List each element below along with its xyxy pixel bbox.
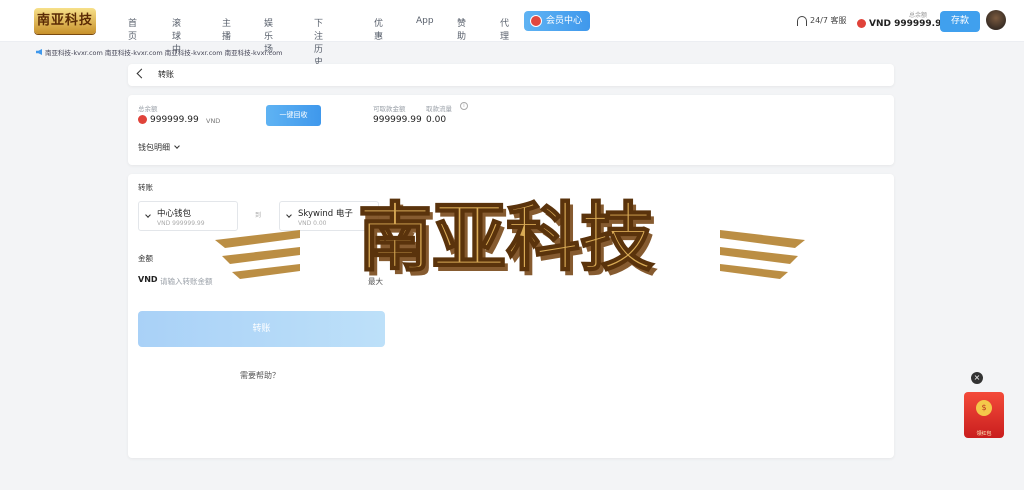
nav-promotions[interactable]: 优惠 [374, 16, 383, 42]
logo[interactable]: 南亚科技 [34, 8, 96, 34]
coin-icon [138, 115, 147, 124]
nav-sponsor[interactable]: 赞助 [457, 16, 466, 42]
nav-app[interactable]: App [416, 16, 434, 26]
nav-home[interactable]: 首页 [128, 16, 137, 42]
wallet-details-toggle[interactable]: 钱包明细 [138, 142, 180, 153]
close-icon[interactable]: × [971, 372, 983, 384]
wallet-details-label: 钱包明细 [138, 143, 170, 152]
nav-agent[interactable]: 代理 [500, 16, 509, 42]
page-title: 转账 [158, 70, 174, 79]
support-label: 24/7 客服 [810, 16, 847, 25]
currency-unit: VND [206, 117, 221, 125]
amount-label: 金额 [138, 254, 153, 263]
withdraw-flow-label: 取款流量 [426, 105, 452, 113]
speaker-icon [36, 49, 42, 55]
chevron-down-icon [174, 143, 180, 149]
transfer-section-label: 转账 [138, 183, 153, 192]
member-center-label: 会员中心 [546, 16, 583, 26]
to-wallet-name: Skywind 电子 [298, 209, 353, 219]
coin-icon [857, 19, 866, 28]
balance-summary-card: 总余额 999999.99 VND 一键回收 可取款金额 999999.99 取… [128, 95, 894, 165]
transfer-submit-button[interactable]: 转账 [138, 311, 385, 347]
from-wallet-balance: VND 999999.99 [157, 220, 205, 227]
announcement-ticker: 南亚科技-kvxr.com 南亚科技-kvxr.com 南亚科技-kvxr.co… [36, 47, 283, 57]
withdrawable-value: 999999.99 [373, 115, 422, 125]
total-balance: 999999.99 [138, 115, 199, 125]
transfer-card: 转账 中心钱包 VND 999999.99 到 Skywind 电子 VND 0… [128, 174, 894, 458]
from-wallet-name: 中心钱包 [157, 209, 192, 219]
vip-icon [530, 15, 542, 27]
withdrawable-label: 可取款金额 [373, 105, 406, 113]
info-icon[interactable]: i [460, 102, 468, 110]
member-center-button[interactable]: 会员中心 [524, 11, 590, 31]
header-balance-value: VND 999999.99 [869, 19, 948, 29]
total-balance-label: 总余额 [138, 105, 158, 113]
withdraw-flow-value: 0.00 [426, 115, 447, 125]
help-link[interactable]: 需要帮助？ [240, 370, 280, 381]
coin-icon: $ [976, 400, 992, 416]
deposit-button[interactable]: 存款 [940, 11, 980, 32]
to-wallet-balance: VND 0.00 [298, 220, 327, 227]
red-packet-widget[interactable]: × $ 领红包 [955, 372, 1011, 442]
recall-all-button[interactable]: 一键回收 [266, 105, 321, 126]
total-balance-value: 999999.99 [150, 115, 199, 125]
nav-streamer[interactable]: 主播 [222, 16, 231, 42]
to-wallet-select[interactable]: Skywind 电子 VND 0.00 [279, 201, 379, 231]
from-wallet-select[interactable]: 中心钱包 VND 999999.99 [138, 201, 238, 231]
nav-bet-history[interactable]: 下注历史 [314, 16, 323, 68]
to-label: 到 [255, 212, 262, 219]
amount-input[interactable]: 请输入转账金额 [160, 276, 213, 287]
headset-icon [797, 15, 807, 26]
ticker-text: 南亚科技-kvxr.com 南亚科技-kvxr.com 南亚科技-kvxr.co… [45, 49, 283, 57]
amount-currency: VND [138, 275, 158, 284]
red-packet-label: 领红包 [976, 431, 992, 437]
support-link[interactable]: 24/7 客服 [797, 15, 847, 26]
page-header-card: 转账 [128, 64, 894, 86]
max-button[interactable]: 最大 [368, 276, 383, 287]
chevron-down-icon [286, 212, 292, 218]
chevron-down-icon [145, 212, 151, 218]
avatar[interactable] [986, 10, 1006, 30]
back-arrow-icon[interactable] [136, 68, 147, 79]
header-balance: VND 999999.99 [857, 19, 948, 29]
top-navbar: 南亚科技 首页 滚球中 主播 娱乐场 下注历史 优惠 App 赞助 代理 会员中… [0, 0, 1024, 68]
total-balance-label: 总余额 [909, 12, 928, 19]
red-envelope-icon[interactable]: $ 领红包 [964, 392, 1004, 438]
